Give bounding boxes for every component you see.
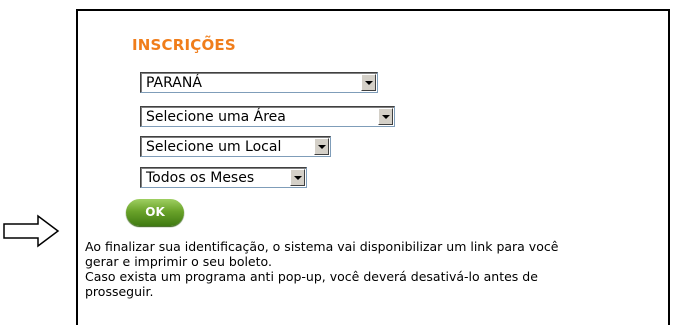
state-select[interactable]: PARANÁ: [140, 72, 378, 93]
state-select-value: PARANÁ: [146, 75, 202, 91]
month-select[interactable]: Todos os Meses: [140, 167, 307, 188]
local-select-value: Selecione um Local: [146, 139, 282, 155]
area-select-value: Selecione uma Área: [146, 109, 286, 125]
info-line: gerar e imprimir o seu boleto.: [85, 254, 272, 269]
chevron-down-icon[interactable]: [378, 108, 393, 125]
chevron-down-icon[interactable]: [361, 74, 376, 91]
chevron-down-icon[interactable]: [290, 169, 305, 186]
info-line: prosseguir.: [85, 284, 154, 299]
info-text: Ao finalizar sua identificação, o sistem…: [85, 239, 665, 299]
ok-button[interactable]: OK: [126, 199, 184, 226]
right-arrow-icon: [3, 214, 60, 248]
info-line: Caso exista um programa anti pop-up, voc…: [85, 269, 538, 284]
registration-panel: INSCRIÇÕES PARANÁ Selecione uma Área Sel…: [76, 9, 670, 325]
local-select[interactable]: Selecione um Local: [140, 136, 331, 157]
chevron-down-icon[interactable]: [314, 138, 329, 155]
month-select-value: Todos os Meses: [146, 170, 255, 186]
area-select[interactable]: Selecione uma Área: [140, 106, 395, 127]
page-title: INSCRIÇÕES: [132, 36, 236, 54]
info-line: Ao finalizar sua identificação, o sistem…: [85, 239, 559, 254]
